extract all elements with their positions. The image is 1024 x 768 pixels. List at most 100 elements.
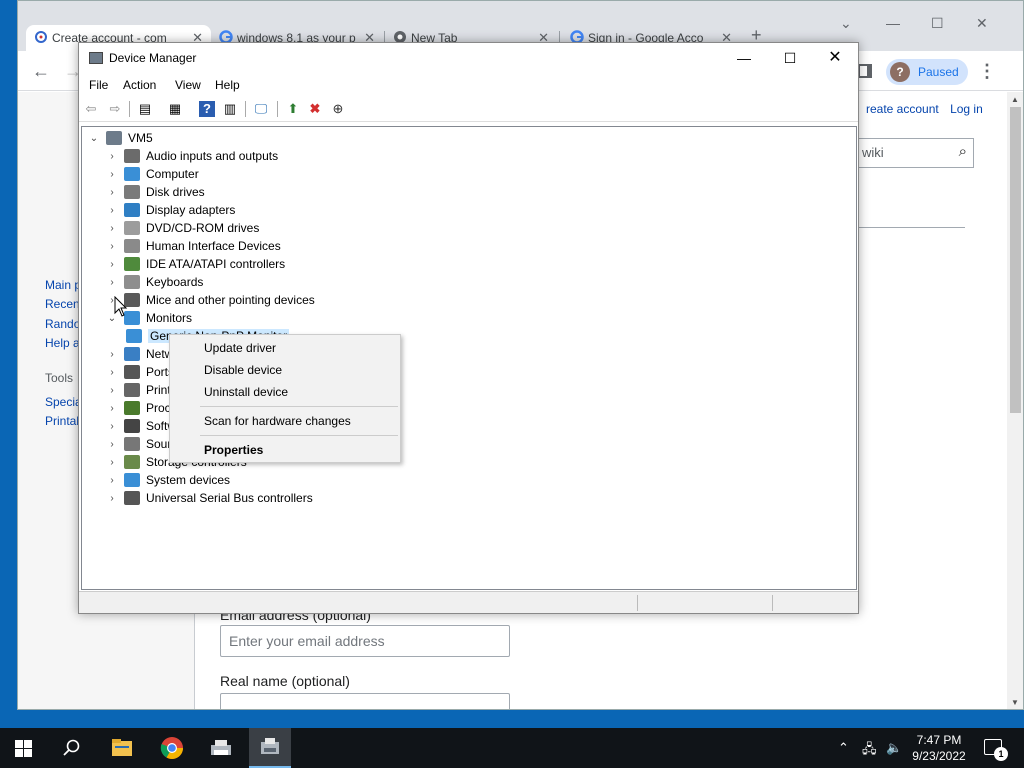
tab-search-chevron-icon[interactable]: ⌄ [840, 15, 852, 32]
monitor-scan-icon[interactable]: 🖵 [253, 101, 269, 117]
chevron-right-icon[interactable]: › [106, 493, 118, 504]
tree-label: Computer [146, 167, 199, 181]
tree-category[interactable]: › Soun [106, 435, 174, 453]
tree-category[interactable]: › Human Interface Devices [106, 237, 281, 255]
chevron-up-icon[interactable]: ⌃ [838, 740, 849, 756]
close-window-icon[interactable]: ✕ [976, 15, 988, 32]
sidebar-link[interactable]: Specia [45, 395, 82, 409]
menu-file[interactable]: File [89, 78, 108, 92]
device-category-icon [124, 203, 140, 217]
chevron-right-icon[interactable]: › [106, 475, 118, 486]
chevron-right-icon[interactable]: › [106, 151, 118, 162]
real-name-label: Real name (optional) [220, 673, 350, 689]
tree-category[interactable]: › Universal Serial Bus controllers [106, 489, 313, 507]
scroll-down-icon[interactable]: ▼ [1011, 698, 1019, 707]
tree-category[interactable]: › Print [106, 381, 171, 399]
chevron-right-icon[interactable]: › [106, 403, 118, 414]
sidebar-link[interactable]: Main p [45, 278, 81, 292]
wiki-search-input[interactable]: wiki ⌕ [858, 138, 974, 168]
tools-heading: Tools [45, 371, 74, 385]
chevron-right-icon[interactable]: › [106, 385, 118, 396]
uninstall-icon[interactable]: ✖ [307, 101, 323, 117]
tree-label: Human Interface Devices [146, 239, 281, 253]
chevron-right-icon[interactable]: › [106, 205, 118, 216]
tree-root[interactable]: ⌄ VM5 [88, 129, 153, 147]
update-driver-icon[interactable]: ⬆ [285, 101, 301, 117]
profile-button[interactable]: ? Paused [886, 59, 968, 85]
volume-icon[interactable]: 🔈 [886, 740, 902, 756]
search-icon[interactable] [63, 739, 81, 757]
tree-category[interactable]: › Keyboards [106, 273, 203, 291]
show-hide-tree-icon[interactable]: ▤ [137, 101, 153, 117]
tree-category[interactable]: › Disk drives [106, 183, 205, 201]
file-explorer-icon[interactable] [110, 736, 134, 760]
disable-device-icon[interactable]: ⊕ [330, 101, 346, 117]
menu-action[interactable]: Action [123, 78, 156, 92]
chevron-down-icon[interactable]: ⌄ [88, 133, 100, 144]
forward-icon[interactable]: ⇨ [107, 101, 123, 117]
scan-hardware-item[interactable]: Scan for hardware changes [204, 414, 351, 428]
tree-category[interactable]: › Proce [106, 399, 177, 417]
maximize-icon[interactable]: ☐ [931, 15, 944, 32]
chevron-right-icon[interactable]: › [106, 349, 118, 360]
properties-icon[interactable]: ▦ [167, 101, 183, 117]
title-bar[interactable]: Device Manager — ☐ ✕ [79, 43, 858, 74]
page-scrollbar[interactable]: ▲ ▼ [1007, 92, 1023, 709]
chevron-right-icon[interactable]: › [106, 367, 118, 378]
chevron-right-icon[interactable]: › [106, 457, 118, 468]
uninstall-device-item[interactable]: Uninstall device [204, 385, 288, 399]
chevron-right-icon[interactable]: › [106, 223, 118, 234]
tree-category[interactable]: › System devices [106, 471, 230, 489]
tree-category[interactable]: › Netw [106, 345, 173, 363]
chrome-icon[interactable] [160, 736, 184, 760]
tree-category[interactable]: › Ports [106, 363, 174, 381]
menu-view[interactable]: View [175, 78, 201, 92]
tree-category[interactable]: › IDE ATA/ATAPI controllers [106, 255, 285, 273]
printer-app-icon[interactable] [209, 736, 233, 760]
minimize-icon[interactable]: — [886, 15, 900, 31]
create-account-link[interactable]: reate account [866, 102, 939, 116]
device-manager-taskbar-button[interactable] [249, 728, 291, 768]
chevron-right-icon[interactable]: › [106, 439, 118, 450]
side-panel-icon[interactable] [858, 64, 872, 78]
back-icon[interactable]: ⇦ [83, 101, 99, 117]
sidebar-link[interactable]: Recen [45, 297, 80, 311]
tree-category[interactable]: › Softw [106, 417, 176, 435]
tree-category[interactable]: › Mice and other pointing devices [106, 291, 315, 309]
real-name-field[interactable] [220, 693, 510, 709]
device-manager-icon [89, 52, 103, 64]
menu-kebab-icon[interactable]: ⋮ [978, 61, 996, 82]
back-arrow-icon[interactable]: ← [32, 61, 50, 82]
sidebar-link[interactable]: Help a [45, 336, 80, 350]
tree-category[interactable]: › Display adapters [106, 201, 235, 219]
properties-item[interactable]: Properties [204, 443, 263, 457]
chevron-right-icon[interactable]: › [106, 259, 118, 270]
windows-start-icon[interactable] [15, 740, 32, 757]
email-field[interactable]: Enter your email address [220, 625, 510, 657]
minimize-button[interactable]: — [721, 46, 767, 70]
sidebar-link[interactable]: Printal [45, 414, 79, 428]
tree-category[interactable]: › Computer [106, 165, 199, 183]
search-icon[interactable]: ⌕ [959, 143, 967, 160]
disable-device-item[interactable]: Disable device [204, 363, 282, 377]
chevron-right-icon[interactable]: › [106, 421, 118, 432]
sidebar-link[interactable]: Rando [45, 317, 80, 331]
tree-category[interactable]: › DVD/CD-ROM drives [106, 219, 259, 237]
network-icon[interactable]: 🖧 [862, 740, 877, 762]
log-in-link[interactable]: Log in [950, 102, 983, 116]
scroll-up-icon[interactable]: ▲ [1011, 95, 1019, 104]
notification-icon[interactable]: 1 [984, 739, 1008, 761]
chevron-right-icon[interactable]: › [106, 277, 118, 288]
clock[interactable]: 7:47 PM 9/23/2022 [908, 732, 970, 764]
chevron-right-icon[interactable]: › [106, 241, 118, 252]
maximize-button[interactable]: ☐ [767, 46, 813, 70]
view-icon[interactable]: ▥ [222, 101, 238, 117]
update-driver-item[interactable]: Update driver [204, 341, 276, 355]
close-button[interactable]: ✕ [812, 46, 858, 70]
tree-category[interactable]: › Audio inputs and outputs [106, 147, 278, 165]
chevron-right-icon[interactable]: › [106, 187, 118, 198]
chevron-right-icon[interactable]: › [106, 169, 118, 180]
scroll-thumb[interactable] [1010, 107, 1021, 413]
help-icon[interactable]: ? [199, 101, 215, 117]
menu-help[interactable]: Help [215, 78, 240, 92]
